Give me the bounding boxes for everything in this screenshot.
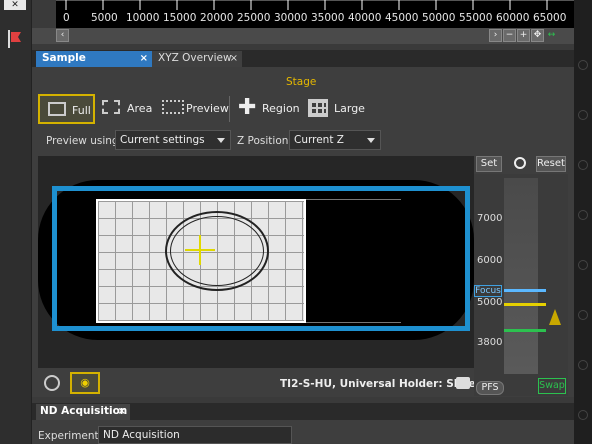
left-toolbar <box>0 0 32 444</box>
z-slider-track[interactable] <box>504 178 538 374</box>
right-scroll-strip <box>574 0 592 444</box>
select-value: Current settings <box>120 134 205 146</box>
ruler-tick-label: 40000 <box>348 12 382 24</box>
zoom-icon[interactable] <box>514 157 526 169</box>
scroll-right-icon[interactable]: › <box>489 29 502 42</box>
swap-button[interactable]: Swap <box>538 378 566 394</box>
holder-settings-icon[interactable] <box>456 377 470 389</box>
chevron-down-icon <box>217 138 225 143</box>
crosshair-target-icon[interactable] <box>44 375 60 391</box>
mode-label: Region <box>262 102 300 115</box>
mode-large-image-button[interactable]: Large Image <box>306 94 394 145</box>
mode-area-button[interactable]: Area <box>100 94 152 124</box>
ruler-tick-label: 15000 <box>163 12 197 24</box>
tab-nd-acquisition[interactable]: ND Acquisition × <box>36 404 130 420</box>
focus-marker-label: Focus <box>474 285 502 297</box>
z-tick-label: 7000 <box>477 213 503 224</box>
ruler-ticks <box>56 0 574 10</box>
z-position-label: Z Position: <box>237 135 292 147</box>
mode-label: Area <box>127 102 153 115</box>
close-icon[interactable]: × <box>230 51 238 66</box>
z-position-select[interactable]: Current Z <box>289 130 381 150</box>
limit-line <box>504 329 546 332</box>
tab-bar: Sample Navigation × XYZ Overview × <box>32 50 574 79</box>
field-of-view-frame <box>52 186 470 331</box>
mode-label: Preview <box>186 102 229 115</box>
ruler-tick-label: 30000 <box>274 12 308 24</box>
ruler-tick-label: 25000 <box>237 12 271 24</box>
tab-label: XYZ Overview <box>158 52 232 64</box>
ruler-tick-label: 50000 <box>422 12 456 24</box>
ruler-tick-label: 65000 <box>533 12 567 24</box>
z-tick-label: 5000 <box>477 297 503 308</box>
large-image-grid-icon <box>308 99 328 117</box>
stretch-icon[interactable]: ↔ <box>545 29 558 42</box>
area-select-icon <box>102 100 120 114</box>
zoom-out-icon[interactable]: − <box>503 29 516 42</box>
holder-label: TI2-S-HU, Universal Holder: Slide <box>280 378 476 390</box>
tab-xyz-overview[interactable]: XYZ Overview × <box>152 51 242 67</box>
tab-label: ND Acquisition <box>40 405 128 417</box>
z-position-indicator-icon[interactable] <box>549 309 561 325</box>
tab-sample-navigation[interactable]: Sample Navigation × <box>36 51 152 79</box>
z-tick-label: 3800 <box>477 337 503 348</box>
current-z-line <box>504 303 546 306</box>
x-ruler: 0 5000 10000 15000 20000 25000 30000 350… <box>56 0 574 28</box>
experiment-label: Experiment: <box>38 430 103 442</box>
select-value: Current Z <box>294 134 344 146</box>
close-icon[interactable]: × <box>118 404 126 419</box>
ruler-tick-label: 5000 <box>91 12 118 24</box>
z-tick-label: 6000 <box>477 255 503 266</box>
ruler-tick-label: 55000 <box>459 12 493 24</box>
mode-region-button[interactable]: ✚ Region <box>236 94 300 124</box>
ruler-tick-label: 60000 <box>496 12 530 24</box>
fit-icon[interactable]: ✥ <box>531 29 544 42</box>
ruler-tick-label: 0 <box>63 12 70 24</box>
divider <box>229 96 230 122</box>
ruler-tick-label: 45000 <box>385 12 419 24</box>
preview-grid-icon <box>162 100 184 114</box>
scroll-left-icon[interactable]: ‹ <box>56 29 69 42</box>
preview-using-label: Preview using: <box>46 135 123 147</box>
ruler-tick-label: 20000 <box>200 12 234 24</box>
chevron-down-icon <box>367 138 375 143</box>
full-frame-icon <box>48 102 66 116</box>
ruler-scrollbar[interactable]: ‹ › − + ✥ ↔ <box>32 28 574 44</box>
flag-pin-icon[interactable] <box>6 28 26 50</box>
close-icon[interactable]: × <box>140 51 148 66</box>
stage-title: Stage <box>286 76 317 88</box>
live-view-eye-icon[interactable]: ◉ <box>70 372 100 394</box>
ruler-tick-label: 10000 <box>126 12 160 24</box>
reset-button[interactable]: Reset <box>536 156 566 172</box>
close-icon[interactable]: ✕ <box>4 0 26 10</box>
experiment-field[interactable]: ND Acquisition <box>98 426 292 444</box>
ruler-tick-label: 35000 <box>311 12 345 24</box>
pfs-button[interactable]: PFS <box>476 381 504 395</box>
plus-icon: ✚ <box>238 95 257 120</box>
set-button[interactable]: Set <box>476 156 502 172</box>
mode-full-button[interactable]: Full <box>38 94 95 124</box>
mode-label: Full <box>72 104 91 117</box>
focus-line <box>504 289 546 292</box>
preview-using-select[interactable]: Current settings <box>115 130 231 150</box>
mode-preview-button[interactable]: Preview <box>160 94 229 124</box>
zoom-in-icon[interactable]: + <box>517 29 530 42</box>
